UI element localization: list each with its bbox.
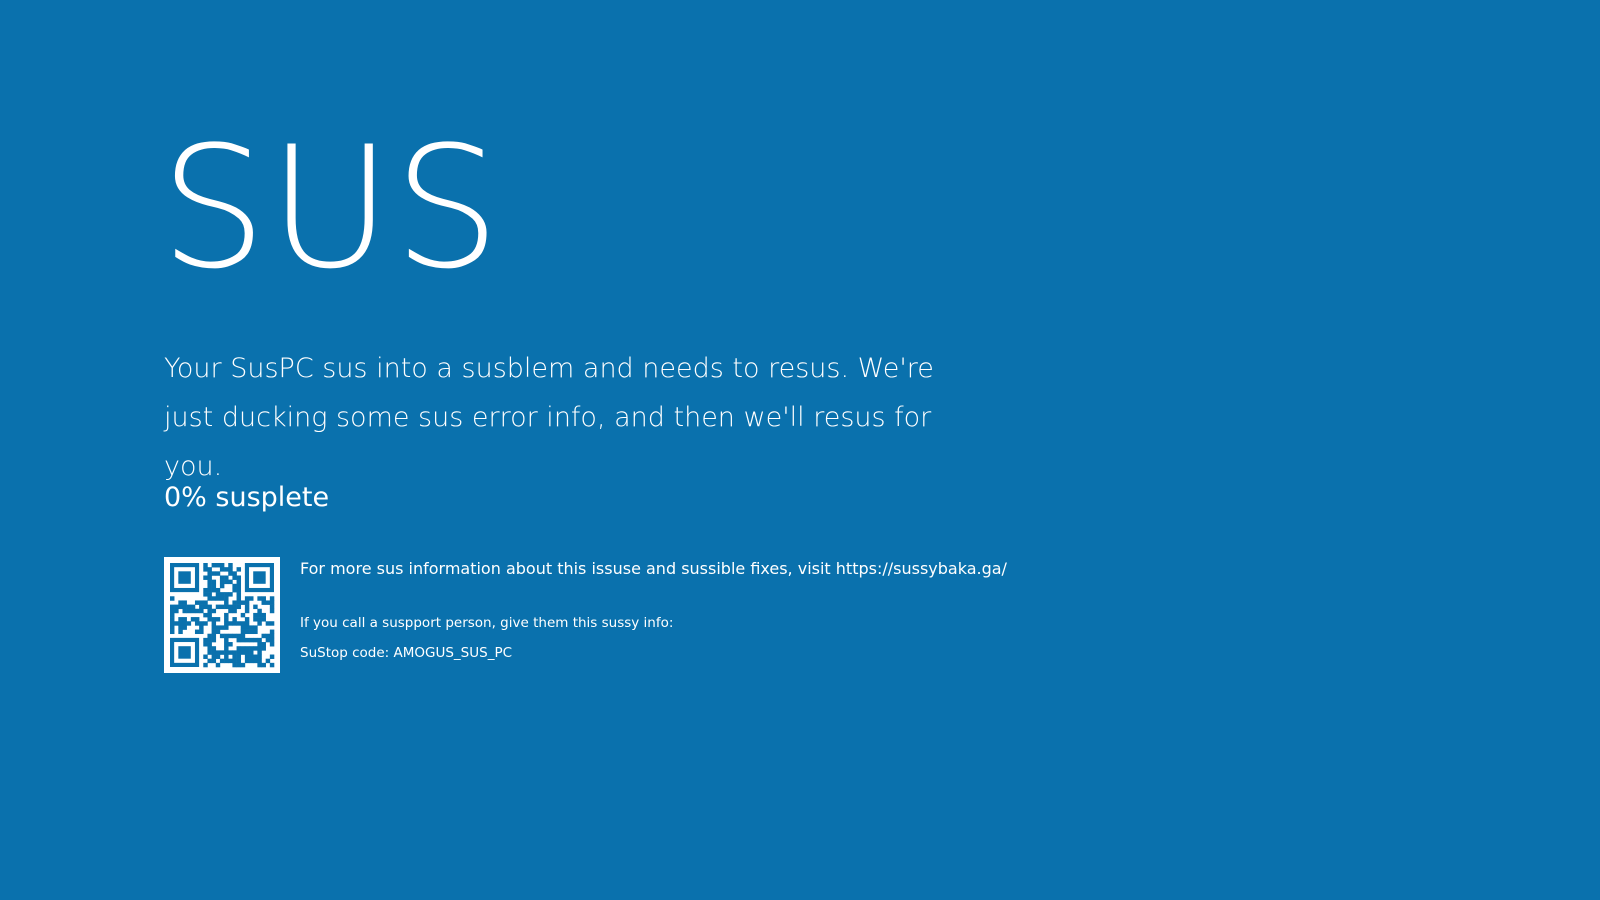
bsod-screen: SUS Your SusPC sus into a susblem and ne… (0, 0, 1600, 900)
info-block: For more sus information about this issu… (300, 557, 1200, 663)
support-block: If you call a suspport person, give them… (300, 613, 1200, 663)
support-prompt-text: If you call a suspport person, give them… (300, 615, 674, 631)
qr-code-icon (164, 557, 280, 673)
error-message: Your SusPC sus into a susblem and needs … (164, 353, 934, 482)
progress-text: 0% susplete (164, 482, 330, 513)
stop-code-text: SuStop code: AMOGUS_SUS_PC (300, 645, 513, 661)
more-info-text: For more sus information about this issu… (300, 559, 1007, 578)
sad-face-title: SUS (160, 110, 503, 306)
